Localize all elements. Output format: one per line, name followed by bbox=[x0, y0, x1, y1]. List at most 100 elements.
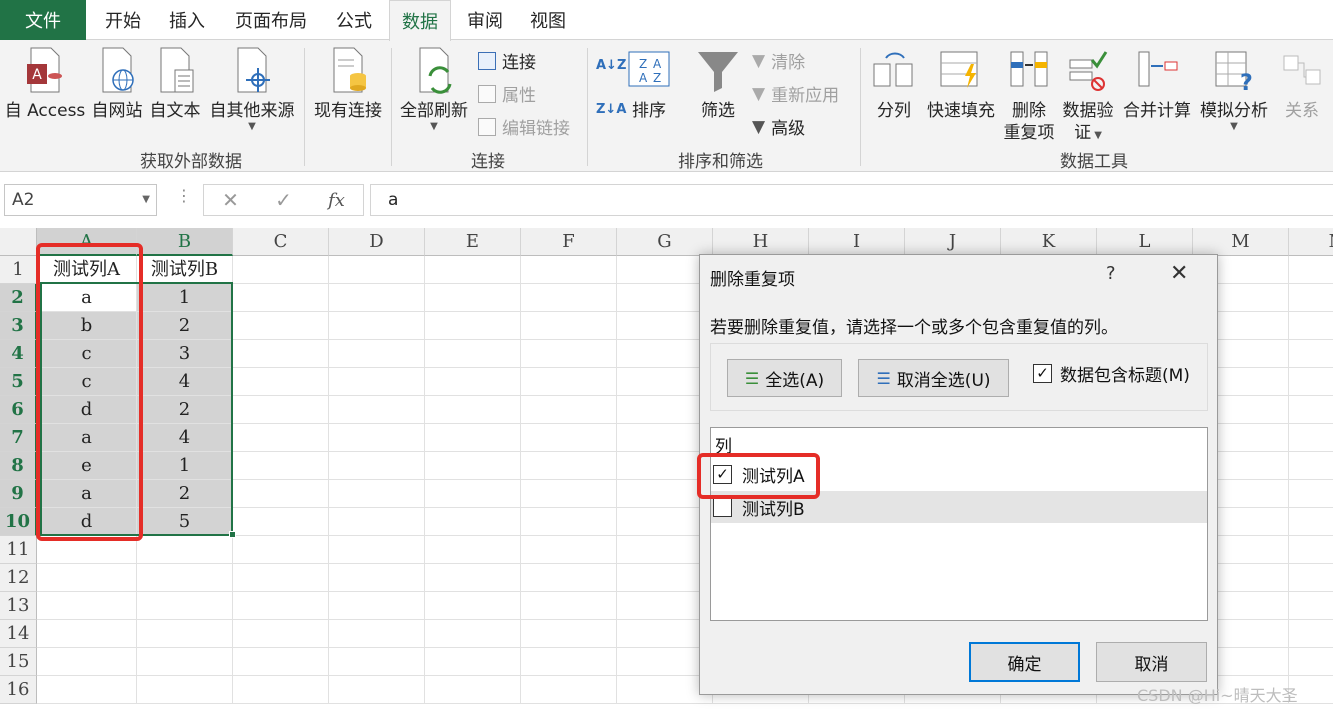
cell[interactable] bbox=[1289, 648, 1333, 676]
cell[interactable]: 3 bbox=[137, 340, 233, 368]
row-header-6[interactable]: 6 bbox=[0, 396, 37, 424]
what-if-analysis-button[interactable]: ? 模拟分析 ▼ bbox=[1196, 46, 1272, 132]
cell[interactable]: 2 bbox=[137, 480, 233, 508]
cell[interactable] bbox=[521, 256, 617, 284]
cell[interactable] bbox=[521, 536, 617, 564]
cell[interactable] bbox=[425, 396, 521, 424]
cell[interactable]: c bbox=[37, 340, 137, 368]
row-header-12[interactable]: 12 bbox=[0, 564, 37, 592]
unselect-all-button[interactable]: ☰ 取消全选(U) bbox=[858, 359, 1009, 397]
fill-handle[interactable] bbox=[229, 531, 236, 538]
column-header-l[interactable]: L bbox=[1097, 228, 1193, 256]
cell[interactable] bbox=[521, 620, 617, 648]
row-header-15[interactable]: 15 bbox=[0, 648, 37, 676]
cell[interactable] bbox=[521, 340, 617, 368]
cell[interactable] bbox=[425, 564, 521, 592]
cell[interactable]: d bbox=[37, 396, 137, 424]
cell[interactable] bbox=[521, 676, 617, 704]
sort-descending-icon[interactable]: Z↓A bbox=[596, 102, 626, 117]
column-header-m[interactable]: M bbox=[1193, 228, 1289, 256]
cell[interactable] bbox=[233, 676, 329, 704]
help-icon[interactable]: ? bbox=[1106, 263, 1116, 284]
cell[interactable]: 2 bbox=[137, 396, 233, 424]
cell[interactable] bbox=[425, 284, 521, 312]
cell[interactable] bbox=[425, 452, 521, 480]
cancel-icon[interactable]: ✕ bbox=[222, 188, 239, 212]
cell[interactable] bbox=[37, 620, 137, 648]
cell[interactable] bbox=[1289, 396, 1333, 424]
cell[interactable]: 4 bbox=[137, 368, 233, 396]
existing-connections-button[interactable]: 现有连接 bbox=[308, 46, 388, 122]
row-header-13[interactable]: 13 bbox=[0, 592, 37, 620]
cell[interactable] bbox=[521, 312, 617, 340]
cell[interactable] bbox=[1289, 592, 1333, 620]
cell[interactable] bbox=[1289, 508, 1333, 536]
column-header-k[interactable]: K bbox=[1001, 228, 1097, 256]
cell[interactable] bbox=[233, 424, 329, 452]
from-web-button[interactable]: 自网站 bbox=[88, 46, 146, 122]
cell[interactable] bbox=[425, 536, 521, 564]
filter-button[interactable]: 筛选 bbox=[692, 46, 744, 122]
text-to-columns-button[interactable]: 分列 bbox=[868, 46, 920, 122]
cell[interactable] bbox=[37, 648, 137, 676]
row-header-9[interactable]: 9 bbox=[0, 480, 37, 508]
cancel-button[interactable]: 取消 bbox=[1096, 642, 1207, 682]
cell[interactable]: 测试列B bbox=[137, 256, 233, 284]
cell[interactable] bbox=[329, 536, 425, 564]
cell[interactable] bbox=[329, 564, 425, 592]
cell[interactable] bbox=[329, 648, 425, 676]
clear-filter-button[interactable]: ▼ 清除 bbox=[752, 48, 805, 74]
cell[interactable]: 4 bbox=[137, 424, 233, 452]
cell[interactable]: 1 bbox=[137, 452, 233, 480]
cell[interactable] bbox=[1289, 452, 1333, 480]
cell[interactable]: 测试列A bbox=[37, 256, 137, 284]
column-header-j[interactable]: J bbox=[905, 228, 1001, 256]
cell[interactable] bbox=[233, 536, 329, 564]
row-header-2[interactable]: 2 bbox=[0, 284, 37, 312]
cell[interactable] bbox=[521, 564, 617, 592]
cell[interactable]: a bbox=[37, 284, 137, 312]
cell[interactable]: e bbox=[37, 452, 137, 480]
cell[interactable] bbox=[233, 368, 329, 396]
cell[interactable] bbox=[233, 508, 329, 536]
select-all-button[interactable]: ☰ 全选(A) bbox=[727, 359, 842, 397]
cell[interactable] bbox=[37, 564, 137, 592]
cell[interactable] bbox=[425, 592, 521, 620]
cell[interactable] bbox=[425, 368, 521, 396]
column-item-a[interactable]: ✓ 测试列A bbox=[711, 458, 1207, 490]
cell[interactable] bbox=[521, 592, 617, 620]
cell[interactable] bbox=[521, 452, 617, 480]
cell[interactable]: 1 bbox=[137, 284, 233, 312]
has-headers-checkbox[interactable]: ✓ 数据包含标题(M) bbox=[1033, 361, 1190, 386]
cell[interactable] bbox=[233, 648, 329, 676]
cell[interactable] bbox=[233, 564, 329, 592]
enter-check-icon[interactable]: ✓ bbox=[275, 188, 292, 212]
cell[interactable] bbox=[37, 676, 137, 704]
cell[interactable] bbox=[425, 508, 521, 536]
cell[interactable] bbox=[329, 368, 425, 396]
column-header-f[interactable]: F bbox=[521, 228, 617, 256]
cell[interactable] bbox=[521, 648, 617, 676]
cell[interactable] bbox=[329, 312, 425, 340]
row-header-14[interactable]: 14 bbox=[0, 620, 37, 648]
cell[interactable] bbox=[329, 396, 425, 424]
cell[interactable] bbox=[521, 424, 617, 452]
cell[interactable] bbox=[329, 452, 425, 480]
cell[interactable] bbox=[233, 592, 329, 620]
cell[interactable] bbox=[425, 312, 521, 340]
cell[interactable] bbox=[425, 340, 521, 368]
column-header-d[interactable]: D bbox=[329, 228, 425, 256]
cell[interactable] bbox=[1289, 536, 1333, 564]
tab-review[interactable]: 审阅 bbox=[458, 0, 512, 40]
edit-links-button[interactable]: 编辑链接 bbox=[478, 114, 570, 139]
row-header-3[interactable]: 3 bbox=[0, 312, 37, 340]
cell[interactable] bbox=[521, 480, 617, 508]
cell[interactable]: c bbox=[37, 368, 137, 396]
cell[interactable] bbox=[425, 676, 521, 704]
cell[interactable] bbox=[233, 284, 329, 312]
row-header-8[interactable]: 8 bbox=[0, 452, 37, 480]
checkbox-checked-icon[interactable]: ✓ bbox=[713, 464, 732, 484]
row-header-5[interactable]: 5 bbox=[0, 368, 37, 396]
insert-function-icon[interactable]: fx bbox=[328, 190, 345, 211]
cell[interactable] bbox=[1289, 256, 1333, 284]
